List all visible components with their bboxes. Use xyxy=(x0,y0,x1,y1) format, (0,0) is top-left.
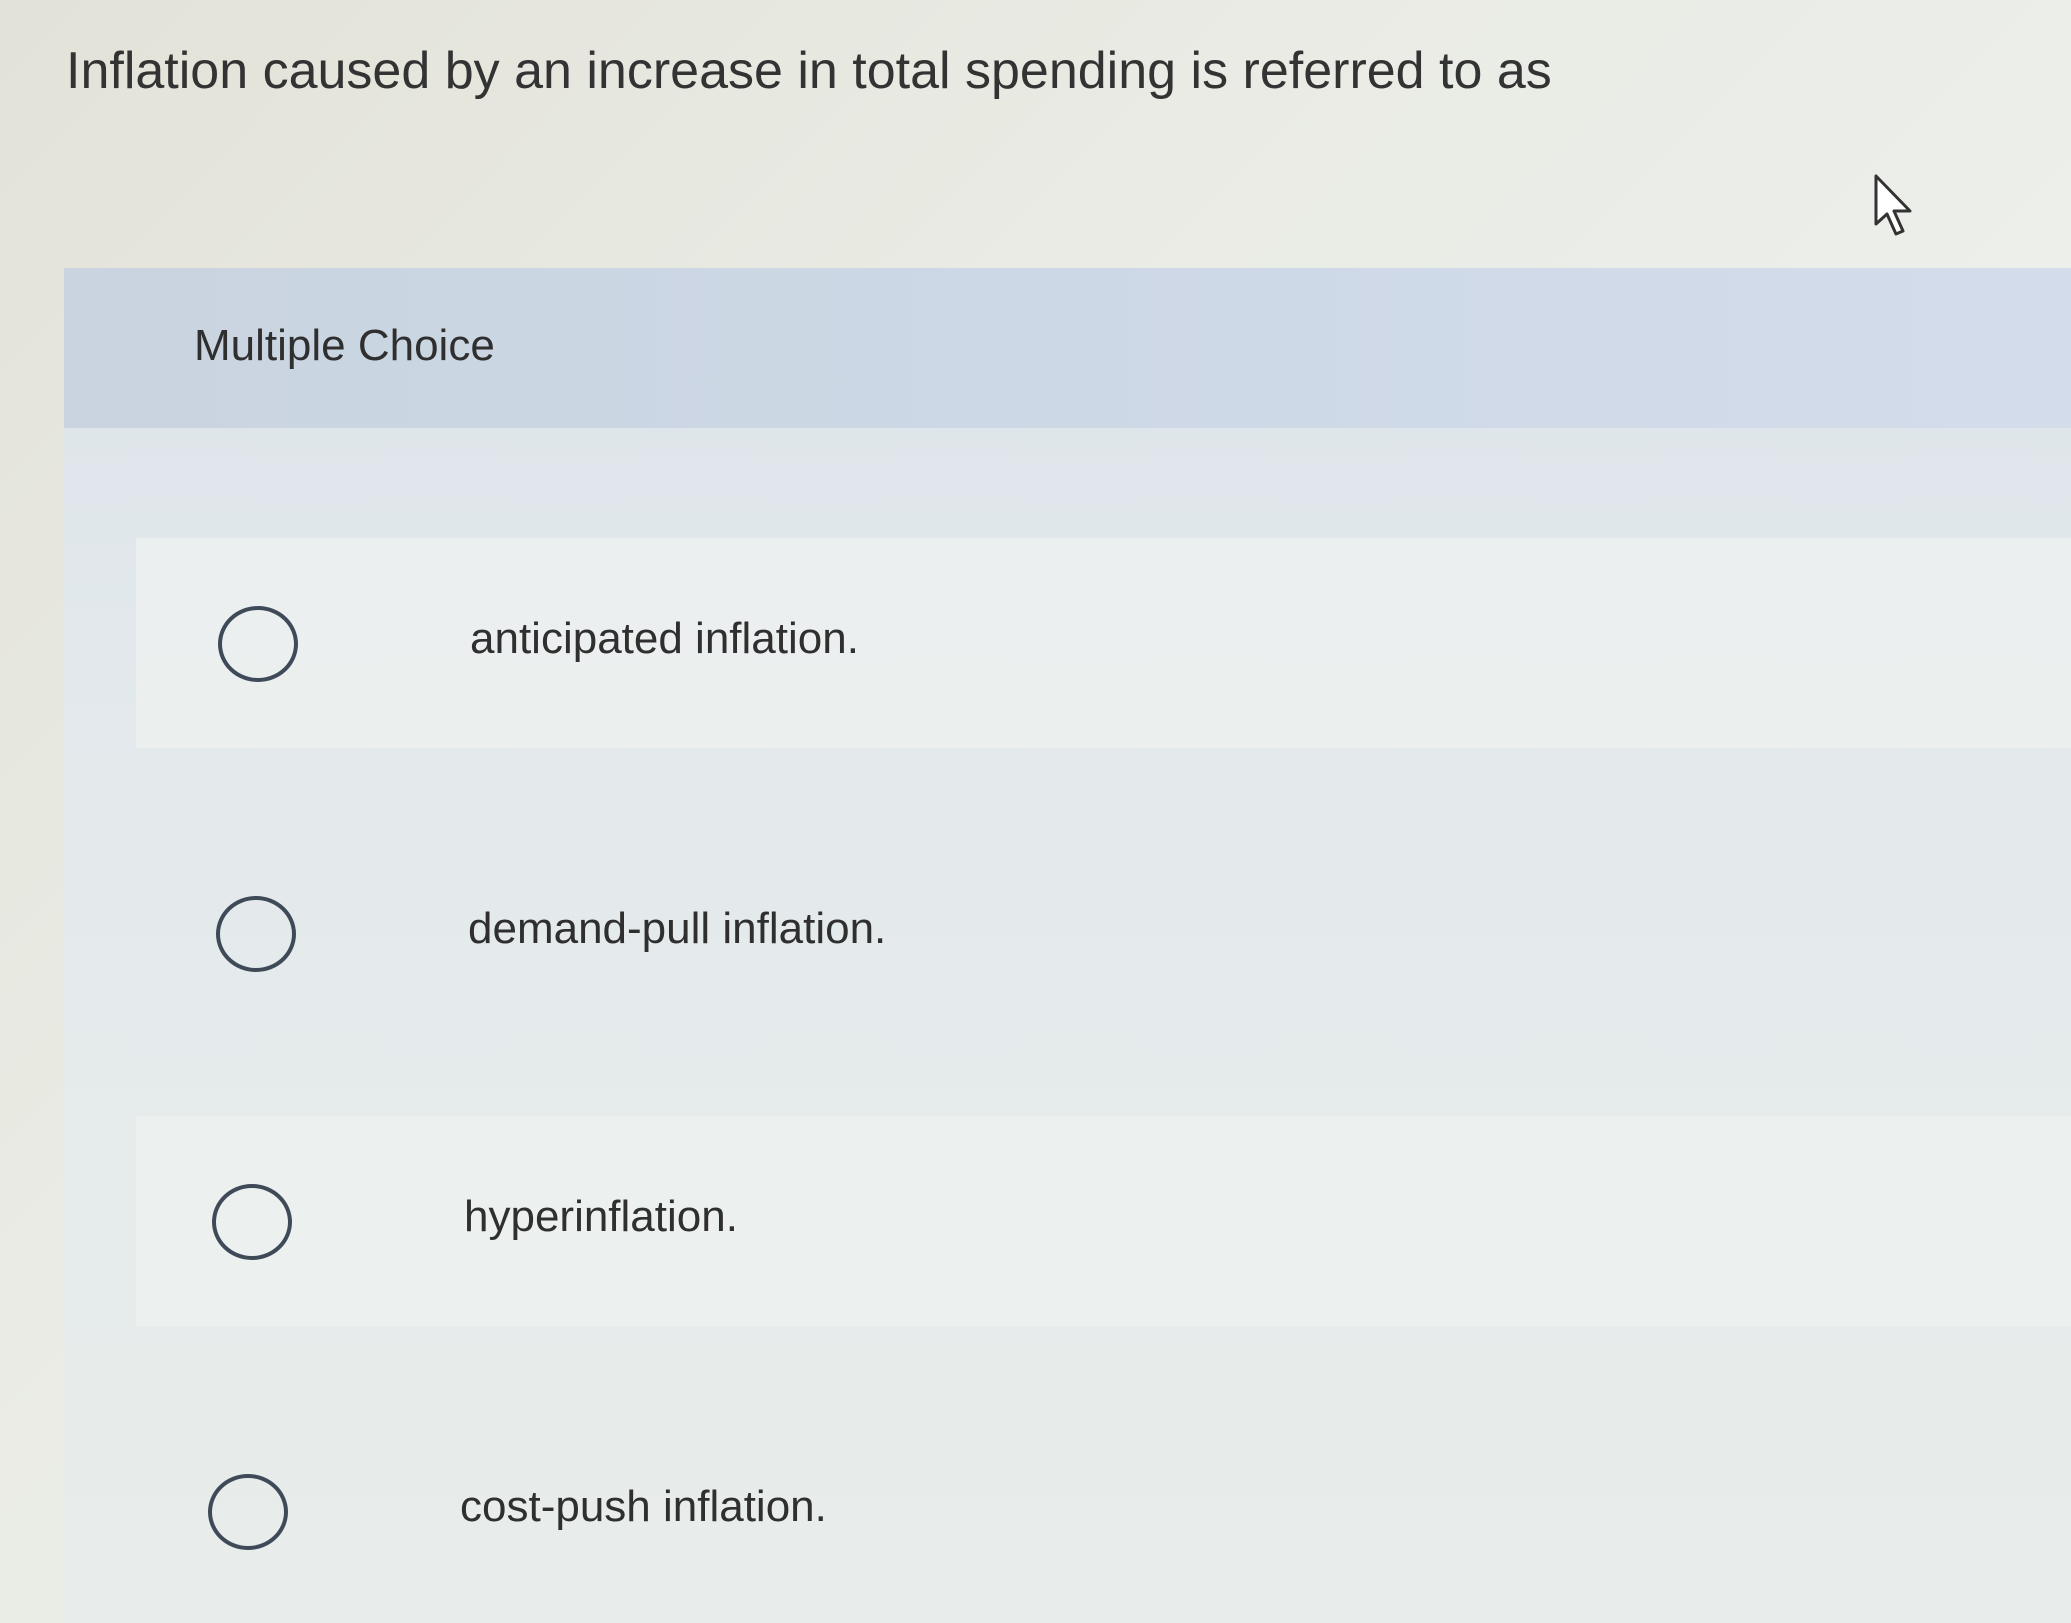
option-hyperinflation[interactable]: hyperinflation. xyxy=(136,1116,2071,1326)
question-text: Inflation caused by an increase in total… xyxy=(66,42,1552,100)
mouse-pointer-icon xyxy=(1874,174,1912,236)
option-label: anticipated inflation. xyxy=(470,614,859,663)
option-label: cost-push inflation. xyxy=(460,1482,827,1531)
radio-circle-icon[interactable] xyxy=(208,1474,288,1550)
radio-circle-icon[interactable] xyxy=(216,896,296,972)
multiple-choice-panel: Multiple Choice anticipated inflation. d… xyxy=(64,268,2071,1623)
multiple-choice-header: Multiple Choice xyxy=(64,268,2071,428)
radio-circle-icon[interactable] xyxy=(218,606,298,682)
option-anticipated-inflation[interactable]: anticipated inflation. xyxy=(136,538,2071,748)
option-cost-push-inflation[interactable]: cost-push inflation. xyxy=(136,1406,2071,1616)
radio-circle-icon[interactable] xyxy=(212,1184,292,1260)
multiple-choice-label: Multiple Choice xyxy=(194,321,495,370)
option-label: hyperinflation. xyxy=(464,1192,738,1241)
option-demand-pull-inflation[interactable]: demand-pull inflation. xyxy=(136,828,2071,1038)
option-label: demand-pull inflation. xyxy=(468,904,887,953)
